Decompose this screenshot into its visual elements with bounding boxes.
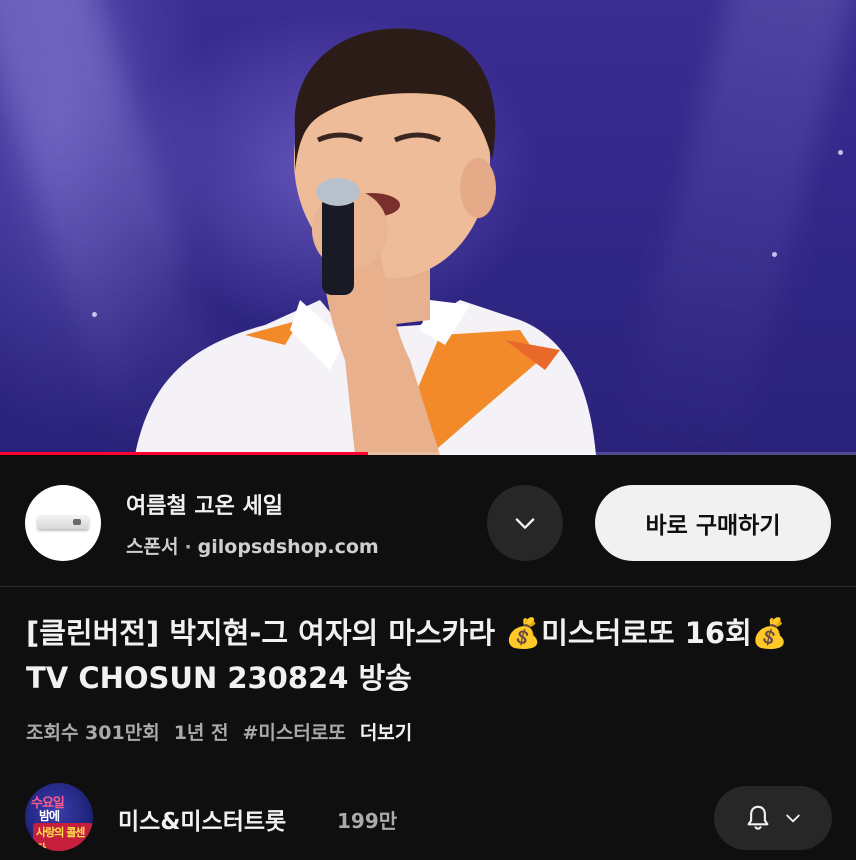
singer-figure — [135, 28, 596, 455]
channel-name[interactable]: 미스&미스터트롯 — [118, 802, 286, 836]
chevron-down-icon — [786, 814, 800, 823]
buy-now-button[interactable]: 바로 구매하기 — [595, 485, 831, 561]
subscriber-count: 199만 — [337, 809, 398, 833]
notification-button[interactable] — [714, 786, 832, 850]
bell-icon — [747, 805, 769, 830]
ad-thumbnail[interactable] — [25, 485, 101, 561]
view-count: 조회수 301만회 — [26, 722, 160, 744]
product-image — [37, 515, 89, 529]
hashtag-link[interactable]: #미스터로또 — [242, 722, 345, 744]
sponsor-label: 스폰서 — [126, 536, 179, 558]
sponsored-ad[interactable]: 여름철 고온 세일 스폰서 · gilopsdshop.com 바로 구매하기 — [0, 455, 856, 587]
ad-meta: 스폰서 · gilopsdshop.com — [126, 532, 379, 559]
meta-separator: · — [184, 536, 192, 558]
more-link[interactable]: 더보기 — [360, 722, 412, 744]
ad-expand-button[interactable] — [487, 485, 563, 561]
avatar-text-line2: 밤에 — [39, 809, 60, 823]
video-meta[interactable]: 조회수 301만회 1년 전 #미스터로또 더보기 — [26, 718, 426, 745]
ad-domain: gilopsdshop.com — [197, 536, 379, 558]
chevron-down-icon — [515, 518, 535, 529]
video-player[interactable] — [0, 0, 856, 455]
avatar-text-line3: 사랑의 콜센타 — [33, 823, 93, 851]
channel-avatar[interactable]: 수요일 밤에 사랑의 콜센타 — [25, 783, 93, 851]
upload-age: 1년 전 — [173, 722, 229, 744]
ad-title[interactable]: 여름철 고온 세일 — [126, 488, 283, 520]
video-title[interactable]: [클린버전] 박지현-그 여자의 마스카라 💰미스터로또 16회💰 TV CHO… — [26, 611, 836, 701]
